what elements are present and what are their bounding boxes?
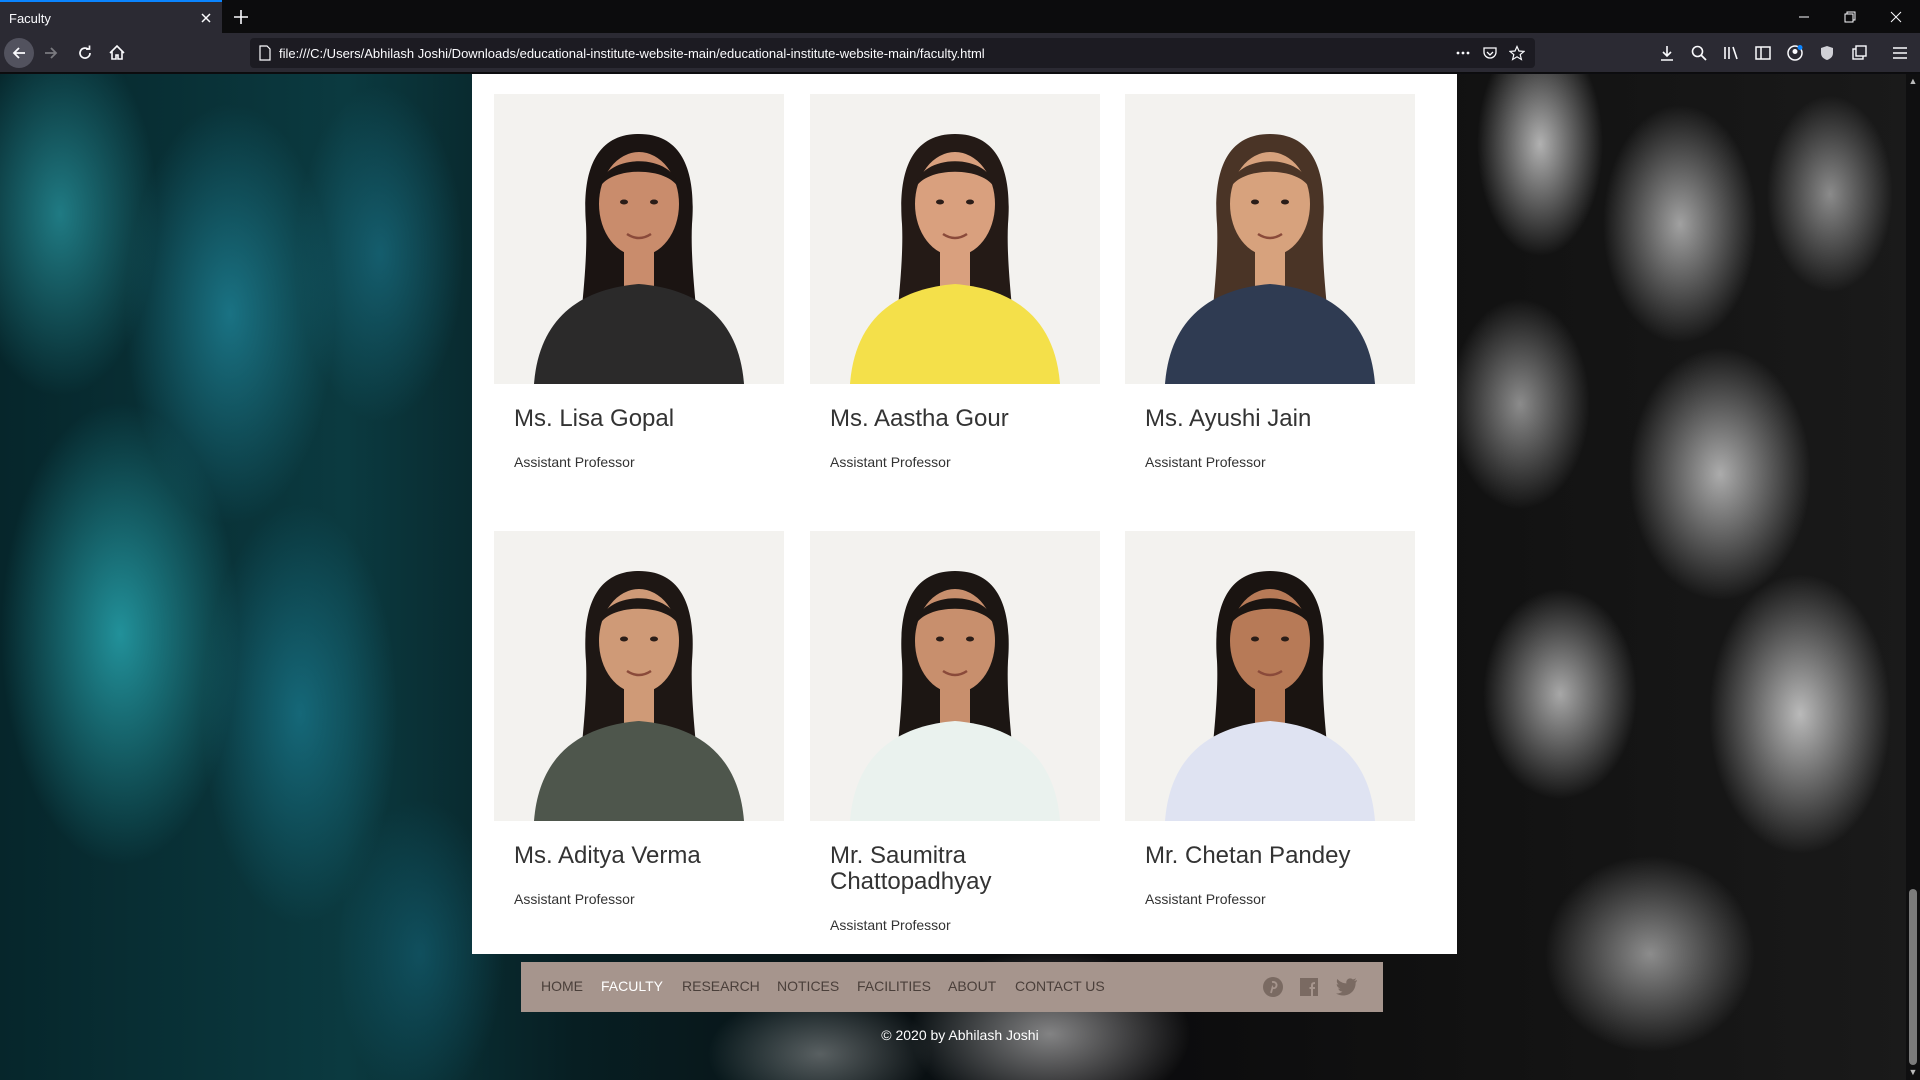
faculty-name: Ms. Ayushi Jain <box>1145 405 1312 432</box>
shield-icon[interactable] <box>1818 44 1836 62</box>
reload-icon <box>79 45 91 59</box>
back-button[interactable] <box>4 38 34 68</box>
tab-faculty[interactable]: Faculty <box>0 0 222 33</box>
pinterest-icon[interactable] <box>1261 975 1285 999</box>
navigation-toolbar: file:///C:/Users/Abhilash Joshi/Download… <box>0 33 1920 73</box>
faculty-photo <box>494 94 784 384</box>
faculty-panel: Ms. Lisa Gopal Assistant Professor Ms. Aas… <box>472 74 1457 954</box>
footer-link-home[interactable]: HOME <box>541 978 583 994</box>
facebook-icon[interactable] <box>1297 975 1321 999</box>
faculty-photo <box>494 531 784 821</box>
url-text: file:///C:/Users/Abhilash Joshi/Download… <box>279 46 985 61</box>
account-icon[interactable] <box>1786 44 1804 62</box>
home-button[interactable] <box>102 38 132 68</box>
scroll-down-icon[interactable]: ▼ <box>1908 1067 1918 1077</box>
home-icon <box>109 44 125 60</box>
file-icon <box>259 45 271 61</box>
faculty-role: Assistant Professor <box>1145 454 1266 470</box>
faculty-photo <box>1125 94 1415 384</box>
page-actions-icon[interactable] <box>1455 45 1471 61</box>
address-bar[interactable]: file:///C:/Users/Abhilash Joshi/Download… <box>250 38 1535 68</box>
back-arrow-icon <box>12 47 25 59</box>
download-icon[interactable] <box>1658 44 1676 62</box>
faculty-name: Ms. Aditya Verma <box>514 842 701 869</box>
forward-arrow-icon <box>45 47 58 59</box>
faculty-name: Mr. Saumitra Chattopadhyay <box>830 842 992 895</box>
faculty-role: Assistant Professor <box>514 891 635 907</box>
footer-link-about[interactable]: ABOUT <box>948 978 996 994</box>
extension-icon[interactable] <box>1850 44 1868 62</box>
faculty-photo <box>1125 531 1415 821</box>
faculty-role: Assistant Professor <box>1145 891 1266 907</box>
scrollbar[interactable]: ▲ ▼ <box>1906 74 1920 1080</box>
footer-nav: HOME FACULTY RESEARCH NOTICES FACILITIES… <box>521 962 1383 1012</box>
footer-link-research[interactable]: RESEARCH <box>682 978 760 994</box>
forward-button[interactable] <box>36 38 66 68</box>
restore-icon[interactable] <box>1827 0 1873 33</box>
tab-strip: Faculty <box>0 0 1920 33</box>
faculty-photo <box>810 531 1100 821</box>
footer-link-contact[interactable]: CONTACT US <box>1015 978 1105 994</box>
footer-link-facilities[interactable]: FACILITIES <box>857 978 931 994</box>
new-tab-icon[interactable] <box>230 6 252 28</box>
footer-link-faculty[interactable]: FACULTY <box>601 978 663 994</box>
faculty-photo <box>810 94 1100 384</box>
close-tab-icon[interactable] <box>198 10 214 26</box>
footer-link-notices[interactable]: NOTICES <box>777 978 839 994</box>
page-viewport: Ms. Lisa Gopal Assistant Professor Ms. Aas… <box>0 74 1920 1080</box>
copyright: © 2020 by Abhilash Joshi <box>881 1027 1039 1043</box>
tab-title: Faculty <box>9 11 51 26</box>
menu-icon[interactable] <box>1891 44 1909 62</box>
reload-button[interactable] <box>70 38 100 68</box>
faculty-role: Assistant Professor <box>830 454 951 470</box>
twitter-icon[interactable] <box>1335 975 1359 999</box>
faculty-name: Ms. Aastha Gour <box>830 405 1009 432</box>
pocket-icon[interactable] <box>1482 45 1498 61</box>
scroll-up-icon[interactable]: ▲ <box>1908 76 1918 86</box>
sidebar-icon[interactable] <box>1754 44 1772 62</box>
bookmark-star-icon[interactable] <box>1509 45 1525 61</box>
search-icon[interactable] <box>1690 44 1708 62</box>
faculty-name: Ms. Lisa Gopal <box>514 405 675 432</box>
close-window-icon[interactable] <box>1873 0 1919 33</box>
scrollbar-thumb[interactable] <box>1909 889 1917 1065</box>
minimize-icon[interactable] <box>1781 0 1827 33</box>
library-icon[interactable] <box>1722 44 1740 62</box>
faculty-name: Mr. Chetan Pandey <box>1145 842 1351 869</box>
faculty-role: Assistant Professor <box>514 454 635 470</box>
faculty-role: Assistant Professor <box>830 917 951 933</box>
